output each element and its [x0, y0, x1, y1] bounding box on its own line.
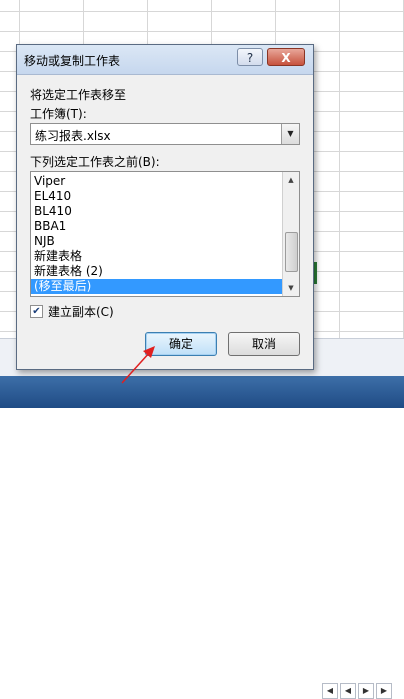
sheet-list-item[interactable]: EL410 — [31, 189, 283, 204]
sheet-list-item[interactable]: 新建表格 — [31, 249, 283, 264]
workbook-dropdown[interactable]: 练习报表.xlsx ▼ — [30, 123, 300, 145]
create-copy-checkbox[interactable]: ✔ — [30, 304, 43, 318]
dialog-title: 移动或复制工作表 — [24, 54, 121, 68]
taskbar — [0, 376, 404, 408]
prev-sheet-icon[interactable]: ◀ — [340, 683, 356, 699]
create-copy-row[interactable]: ✔ 建立副本(C) — [30, 303, 114, 319]
scroll-up-icon[interactable]: ▲ — [283, 172, 299, 188]
sheet-list-item[interactable]: BBA1 — [31, 219, 283, 234]
scroll-down-icon[interactable]: ▼ — [283, 280, 299, 296]
move-to-label: 将选定工作表移至 — [30, 88, 127, 102]
help-button[interactable]: ? — [237, 48, 263, 66]
create-copy-label: 建立副本(C) — [48, 304, 114, 319]
workbook-value: 练习报表.xlsx — [35, 129, 111, 143]
scroll-thumb[interactable] — [285, 232, 298, 272]
sheet-listbox[interactable]: Viper EL410 BL410 BBA1 NJB 新建表格 新建表格 (2) (移至最后)… — [30, 171, 300, 297]
sheet-list-item[interactable]: 新建表格 (2) — [31, 264, 283, 279]
cancel-button[interactable]: 取消 — [228, 332, 300, 356]
sheet-list: Viper EL410 BL410 BBA1 NJB 新建表格 新建表格 (2) (移至最后) — [31, 174, 283, 294]
next-sheet-icon[interactable]: ▶ — [358, 683, 374, 699]
listbox-scrollbar[interactable]: ▲ ▼ — [282, 172, 299, 296]
ok-button[interactable]: 确定 — [145, 332, 217, 356]
sheet-nav-buttons: ◀ ◀ ▶ ▶ — [322, 683, 392, 699]
last-sheet-icon[interactable]: ▶ — [376, 683, 392, 699]
before-sheet-label: 下列选定工作表之前(B): — [30, 155, 160, 169]
sheet-list-item[interactable]: (移至最后) — [31, 279, 283, 294]
first-sheet-icon[interactable]: ◀ — [322, 683, 338, 699]
sheet-list-item[interactable]: BL410 — [31, 204, 283, 219]
close-button[interactable]: X — [267, 48, 305, 66]
sheet-list-item[interactable]: NJB — [31, 234, 283, 249]
dialog-titlebar: 移动或复制工作表 ? X — [17, 45, 313, 75]
dropdown-arrow-icon[interactable]: ▼ — [281, 124, 299, 144]
workbook-label: 工作簿(T): — [30, 107, 87, 121]
sheet-list-item[interactable]: Viper — [31, 174, 283, 189]
move-copy-dialog: 移动或复制工作表 ? X 将选定工作表移至 工作簿(T): 练习报表.xlsx … — [16, 44, 314, 370]
active-cell-edge — [314, 262, 317, 284]
